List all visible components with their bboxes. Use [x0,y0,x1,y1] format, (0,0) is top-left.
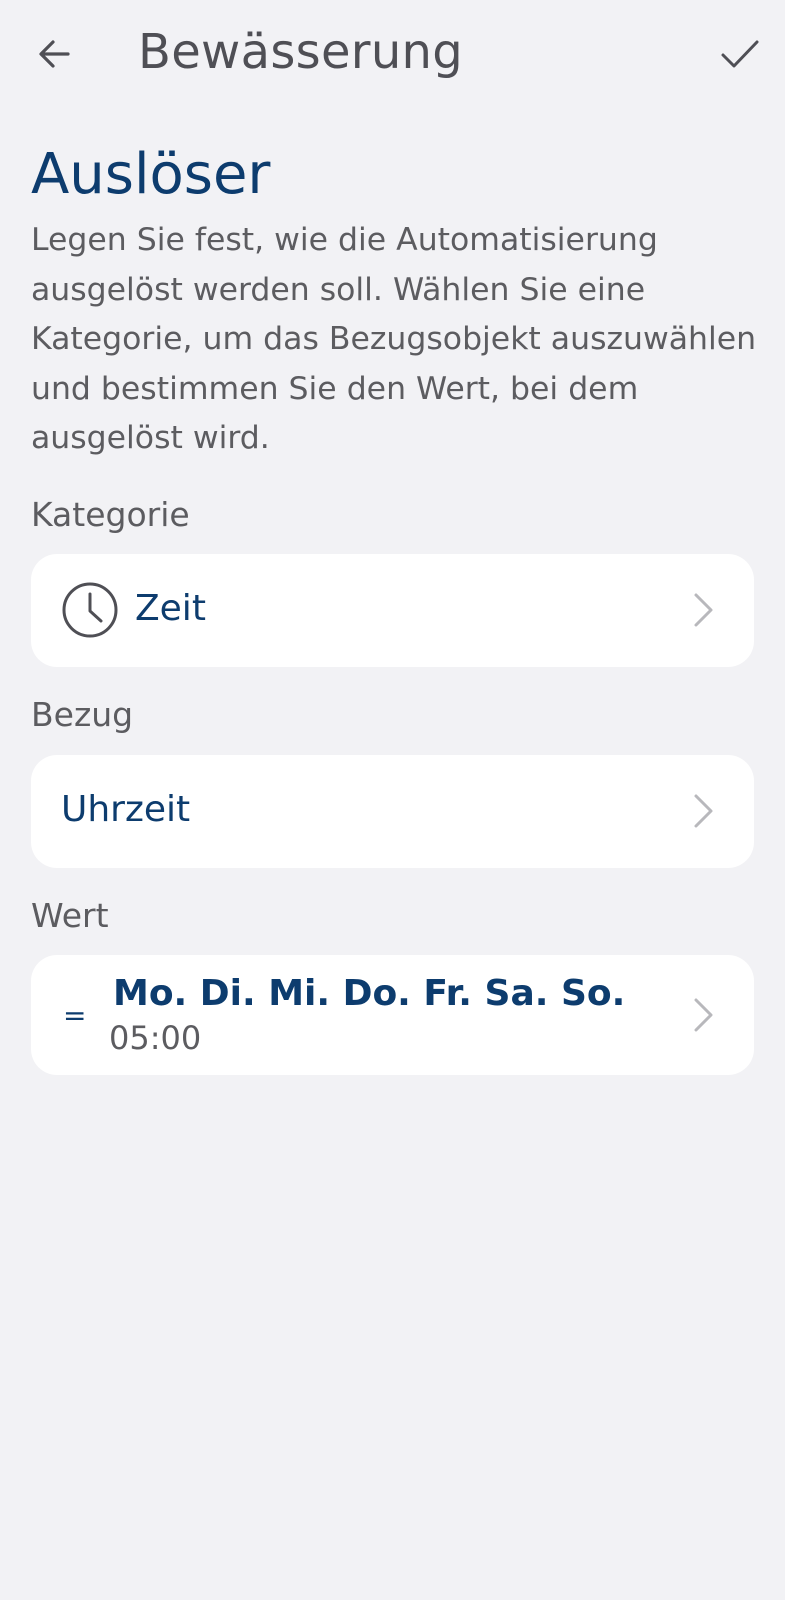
chevron-right-icon [694,593,713,627]
chevron-right-icon [694,794,713,828]
bezug-label: Bezug [31,695,134,734]
wert-label: Wert [31,896,109,935]
kategorie-value: Zeit [135,588,206,629]
operator-symbol: = [63,999,87,1032]
kategorie-label: Kategorie [31,495,190,534]
back-button[interactable] [24,28,84,80]
bezug-selector[interactable]: Uhrzeit [31,755,754,868]
section-title: Auslöser [31,142,271,207]
wert-days: Mo. Di. Mi. Do. Fr. Sa. So. [113,973,626,1014]
wert-time: 05:00 [109,1019,202,1057]
screen-title: Bewässerung [138,24,464,80]
chevron-right-icon [694,998,713,1032]
top-app-bar: Bewässerung [0,0,785,110]
bezug-value: Uhrzeit [61,789,191,830]
section-description: Legen Sie fest, wie die Automatisierung … [31,222,757,456]
clock-icon [62,582,118,638]
wert-selector[interactable]: = Mo. Di. Mi. Do. Fr. Sa. So. 05:00 [31,955,754,1075]
kategorie-selector[interactable]: Zeit [31,554,754,667]
arrow-left-icon [39,40,70,68]
confirm-button[interactable] [710,28,770,80]
check-icon [721,40,759,68]
